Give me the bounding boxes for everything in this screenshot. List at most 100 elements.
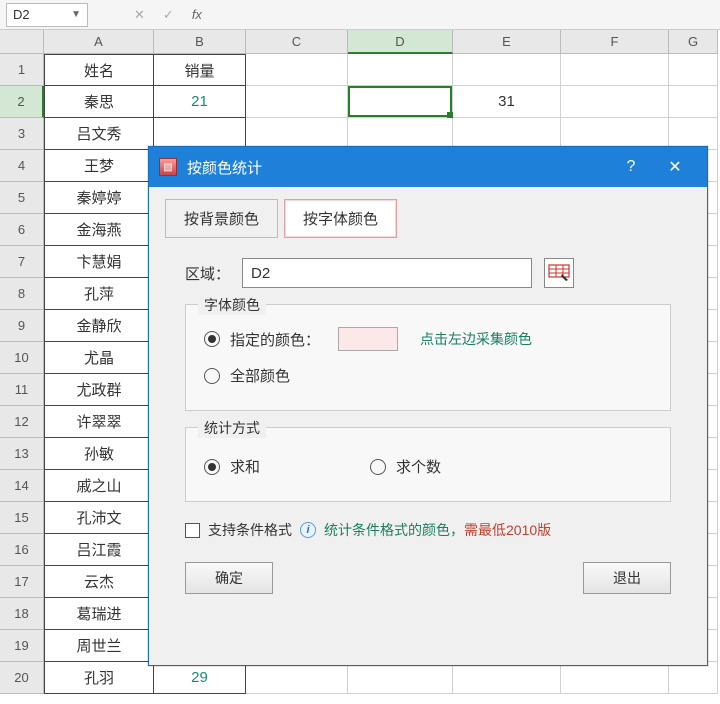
cell[interactable] (246, 86, 348, 118)
row-header[interactable]: 2 (0, 86, 44, 118)
tab-bgcolor[interactable]: 按背景颜色 (165, 199, 278, 238)
cell[interactable]: 卞慧娟 (44, 246, 154, 278)
radio-count-label: 求个数 (396, 456, 441, 477)
cell[interactable] (453, 54, 561, 86)
row-header[interactable]: 20 (0, 662, 44, 694)
row-header[interactable]: 8 (0, 278, 44, 310)
column-header[interactable]: C (246, 30, 348, 54)
select-all-corner[interactable] (0, 30, 44, 54)
column-headers: ABCDEFG (0, 30, 720, 54)
row-header[interactable]: 7 (0, 246, 44, 278)
row-header[interactable]: 5 (0, 182, 44, 214)
cell[interactable]: 29 (154, 662, 246, 694)
cancel-icon: ✕ (134, 7, 145, 23)
column-header[interactable]: F (561, 30, 669, 54)
name-box[interactable]: D2 ▼ (6, 3, 88, 27)
tab-fontcolor[interactable]: 按字体颜色 (284, 199, 397, 238)
row-header[interactable]: 9 (0, 310, 44, 342)
stat-legend: 统计方式 (198, 418, 266, 438)
exit-button[interactable]: 退出 (583, 562, 671, 594)
cell[interactable]: 销量 (154, 54, 246, 86)
row-header[interactable]: 6 (0, 214, 44, 246)
cell[interactable] (561, 54, 669, 86)
dialog-titlebar[interactable]: ▧ 按颜色统计 ? ✕ (149, 147, 707, 187)
cell[interactable]: 金海燕 (44, 214, 154, 246)
row-header[interactable]: 12 (0, 406, 44, 438)
row-header[interactable]: 19 (0, 630, 44, 662)
tabs: 按背景颜色 按字体颜色 (165, 199, 691, 238)
column-header[interactable]: D (348, 30, 453, 54)
row-header[interactable]: 10 (0, 342, 44, 374)
row-header[interactable]: 1 (0, 54, 44, 86)
fontcolor-fieldset: 字体颜色 指定的颜色： 点击左边采集颜色 全部颜色 (185, 304, 671, 411)
cell[interactable]: 尤晶 (44, 342, 154, 374)
cell[interactable]: 21 (154, 86, 246, 118)
cell[interactable] (348, 54, 453, 86)
row-header[interactable]: 16 (0, 534, 44, 566)
checkbox-conditional-format[interactable] (185, 523, 200, 538)
cell[interactable]: 姓名 (44, 54, 154, 86)
fx-icon[interactable]: fx (192, 7, 202, 23)
cell[interactable] (246, 662, 348, 694)
chevron-down-icon: ▼ (71, 9, 81, 20)
checkbox-cf-label: 支持条件格式 (208, 520, 292, 540)
row-header[interactable]: 14 (0, 470, 44, 502)
range-input[interactable]: D2 (242, 258, 532, 288)
cell[interactable]: 吕文秀 (44, 118, 154, 150)
cell[interactable] (561, 86, 669, 118)
name-box-value: D2 (13, 7, 30, 22)
cell[interactable]: 云杰 (44, 566, 154, 598)
row-header[interactable]: 3 (0, 118, 44, 150)
cell[interactable]: 孔沛文 (44, 502, 154, 534)
cell[interactable] (669, 54, 718, 86)
cf-info: 统计条件格式的颜色，需最低2010版 (324, 520, 551, 540)
cell[interactable] (348, 86, 453, 118)
row-header[interactable]: 15 (0, 502, 44, 534)
color-stats-dialog: ▧ 按颜色统计 ? ✕ 按背景颜色 按字体颜色 区域： D2 (148, 146, 708, 666)
cell[interactable]: 秦婷婷 (44, 182, 154, 214)
cell[interactable]: 戚之山 (44, 470, 154, 502)
cell[interactable] (453, 662, 561, 694)
ok-button[interactable]: 确定 (185, 562, 273, 594)
radio-sum[interactable] (204, 459, 220, 475)
cell[interactable] (561, 662, 669, 694)
row-header[interactable]: 18 (0, 598, 44, 630)
cell[interactable]: 王梦 (44, 150, 154, 182)
cell[interactable]: 孔羽 (44, 662, 154, 694)
cell[interactable] (669, 662, 718, 694)
cell[interactable]: 许翠翠 (44, 406, 154, 438)
row-header[interactable]: 17 (0, 566, 44, 598)
dialog-body: 按背景颜色 按字体颜色 区域： D2 (149, 187, 707, 665)
row-header[interactable]: 13 (0, 438, 44, 470)
radio-specified-label: 指定的颜色： (230, 329, 320, 350)
formula-bar-actions: ✕ ✓ fx (134, 7, 202, 23)
cell[interactable]: 孔萍 (44, 278, 154, 310)
table-row: 2秦思21 31 (0, 86, 720, 118)
row-header[interactable]: 11 (0, 374, 44, 406)
cell[interactable] (246, 54, 348, 86)
radio-specified-color[interactable] (204, 331, 220, 347)
range-picker-button[interactable] (544, 258, 574, 288)
close-button[interactable]: ✕ (653, 147, 697, 187)
cell[interactable]: 葛瑞进 (44, 598, 154, 630)
radio-count[interactable] (370, 459, 386, 475)
cell[interactable] (348, 662, 453, 694)
cell[interactable]: 孙敏 (44, 438, 154, 470)
column-header[interactable]: E (453, 30, 561, 54)
cell[interactable]: 秦思 (44, 86, 154, 118)
cell[interactable]: 金静欣 (44, 310, 154, 342)
cell[interactable]: 尤政群 (44, 374, 154, 406)
column-header[interactable]: A (44, 30, 154, 54)
column-header[interactable]: G (669, 30, 718, 54)
app-icon: ▧ (159, 158, 177, 176)
table-row: 20孔羽29 (0, 662, 720, 694)
row-header[interactable]: 4 (0, 150, 44, 182)
cell[interactable]: 吕江霞 (44, 534, 154, 566)
cell[interactable] (669, 86, 718, 118)
cell[interactable]: 周世兰 (44, 630, 154, 662)
help-button[interactable]: ? (609, 147, 653, 187)
cell[interactable]: 31 (453, 86, 561, 118)
color-swatch[interactable] (338, 327, 398, 351)
radio-all-colors[interactable] (204, 368, 220, 384)
column-header[interactable]: B (154, 30, 246, 54)
